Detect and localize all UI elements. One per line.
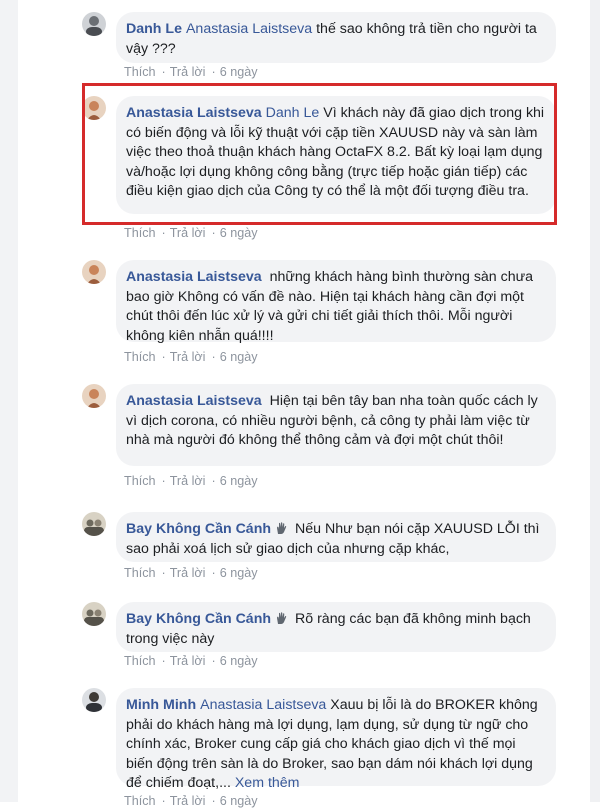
comment-time[interactable]: 6 ngày [220, 566, 258, 580]
comment-actions: Thích · Trả lời · 6 ngày [124, 350, 258, 364]
avatar[interactable] [82, 688, 106, 712]
like-link[interactable]: Thích [124, 65, 156, 79]
reply-link[interactable]: Trả lời [170, 474, 206, 488]
comment-actions: Thích · Trả lời · 6 ngày [124, 65, 258, 79]
highlight-box [82, 83, 557, 225]
reply-link[interactable]: Trả lời [170, 794, 206, 808]
comment-time[interactable]: 6 ngày [220, 654, 258, 668]
reply-link[interactable]: Trả lời [170, 350, 206, 364]
comment-bubble: Bay Không Cần Cánh Nếu Như bạn nói cặp X… [116, 512, 556, 562]
reply-link[interactable]: Trả lời [170, 566, 206, 580]
comment-time[interactable]: 6 ngày [220, 350, 258, 364]
reply-link[interactable]: Trả lời [170, 654, 206, 668]
comment-actions: Thích · Trả lời · 6 ngày [124, 474, 258, 488]
comment-author[interactable]: Anastasia Laistseva [126, 269, 262, 285]
waving-hand-icon [275, 611, 289, 625]
like-link[interactable]: Thích [124, 226, 156, 240]
comment-author[interactable]: Danh Le [126, 21, 182, 37]
see-more-link[interactable]: Xem thêm [235, 775, 300, 791]
like-link[interactable]: Thích [124, 794, 156, 808]
avatar[interactable] [82, 602, 106, 626]
avatar[interactable] [82, 512, 106, 536]
like-link[interactable]: Thích [124, 654, 156, 668]
like-link[interactable]: Thích [124, 350, 156, 364]
comment-actions: Thích · Trả lời · 6 ngày [124, 654, 258, 668]
comment-author[interactable]: Bay Không Cần Cánh [126, 611, 271, 627]
comment-time[interactable]: 6 ngày [220, 474, 258, 488]
comment-time[interactable]: 6 ngày [220, 65, 258, 79]
comment-bubble: Anastasia Laistseva Hiện tại bên tây ban… [116, 384, 556, 466]
comment-mention[interactable]: Anastasia Laistseva [200, 697, 326, 713]
comment-bubble: Minh Minh Anastasia Laistseva Xauu bị lỗi… [116, 688, 556, 791]
like-link[interactable]: Thích [124, 566, 156, 580]
comment-author[interactable]: Anastasia Laistseva [126, 393, 262, 409]
comment-bubble: Anastasia Laistseva những khách hàng bìn… [116, 260, 556, 344]
reply-link[interactable]: Trả lời [170, 226, 206, 240]
comment-bubble: Bay Không Cần Cánh Rõ ràng các bạn đã kh… [116, 602, 556, 652]
reply-link[interactable]: Trả lời [170, 65, 206, 79]
comment-time[interactable]: 6 ngày [220, 226, 258, 240]
left-scroll-gutter [0, 0, 18, 802]
waving-hand-icon [275, 521, 289, 535]
like-link[interactable]: Thích [124, 474, 156, 488]
comment-mention[interactable]: Anastasia Laistseva [186, 21, 312, 37]
comment-actions: Thích · Trả lời · 6 ngày [124, 566, 258, 580]
avatar[interactable] [82, 384, 106, 408]
comment-time[interactable]: 6 ngày [220, 794, 258, 808]
comment-author[interactable]: Minh Minh [126, 697, 196, 713]
avatar[interactable] [82, 12, 106, 36]
comment-author[interactable]: Bay Không Cần Cánh [126, 521, 271, 537]
comment-actions: Thích · Trả lời · 6 ngày [124, 226, 258, 240]
comment-bubble: Danh Le Anastasia Laistseva thế sao không… [116, 12, 556, 63]
comment-actions: Thích · Trả lời · 6 ngày [124, 794, 258, 808]
avatar[interactable] [82, 260, 106, 284]
right-scroll-gutter [590, 0, 600, 802]
